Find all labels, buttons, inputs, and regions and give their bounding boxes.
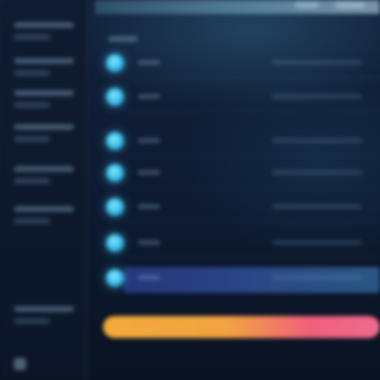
app-screen xyxy=(0,0,380,380)
sidebar-item-sub xyxy=(14,178,50,184)
sidebar-item[interactable] xyxy=(14,206,74,230)
list-item[interactable] xyxy=(100,158,380,188)
list-item-label xyxy=(138,275,160,280)
sidebar-item-label xyxy=(14,58,74,64)
sidebar-item-label xyxy=(14,166,74,172)
sidebar-item-label xyxy=(14,124,74,130)
sidebar-item[interactable] xyxy=(14,90,74,114)
list-item[interactable] xyxy=(100,48,380,78)
sidebar-item[interactable] xyxy=(14,306,74,330)
status-dot-icon xyxy=(106,132,124,150)
row-divider xyxy=(128,257,380,258)
selection-highlight xyxy=(124,267,380,293)
top-bar-item[interactable] xyxy=(295,2,319,8)
blurred-ui xyxy=(0,0,380,380)
sidebar-item[interactable] xyxy=(14,58,74,82)
list-item-value xyxy=(272,275,362,280)
progress-bar xyxy=(103,316,380,338)
list-item[interactable] xyxy=(100,228,380,258)
sidebar-item-sub xyxy=(14,136,50,142)
list-item-label xyxy=(138,240,160,245)
list-item-label xyxy=(138,138,160,143)
menu-icon[interactable] xyxy=(14,358,26,370)
status-dot-icon xyxy=(106,198,124,216)
sidebar-item-sub xyxy=(14,34,50,40)
list-item-value xyxy=(272,240,362,245)
list-item-label xyxy=(138,94,160,99)
list-item-label xyxy=(138,204,160,209)
row-divider xyxy=(128,187,380,188)
sidebar-item-sub xyxy=(14,218,50,224)
row-divider xyxy=(128,111,380,112)
top-bar xyxy=(95,0,380,14)
row-divider xyxy=(128,155,380,156)
list-item[interactable] xyxy=(100,82,380,112)
list-item[interactable] xyxy=(100,126,380,156)
list-item-label xyxy=(138,170,160,175)
list-item-value xyxy=(272,204,362,209)
sidebar-item-label xyxy=(14,206,74,212)
sidebar-item[interactable] xyxy=(14,22,74,46)
sidebar xyxy=(0,0,87,380)
sidebar-item-sub xyxy=(14,70,50,76)
list-item-value xyxy=(272,138,362,143)
list-item-value xyxy=(272,60,362,65)
status-dot-icon xyxy=(106,269,124,287)
top-bar-item[interactable] xyxy=(335,2,365,8)
status-dot-icon xyxy=(106,54,124,72)
progress-fill xyxy=(103,316,380,338)
list-item-value xyxy=(272,94,362,99)
sidebar-item-label xyxy=(14,22,74,28)
sidebar-item[interactable] xyxy=(14,124,74,148)
sidebar-item-label xyxy=(14,306,74,312)
list-item[interactable] xyxy=(100,192,380,222)
list-item-selected[interactable] xyxy=(100,263,380,293)
list-item-value xyxy=(272,170,362,175)
sidebar-item-sub xyxy=(14,102,50,108)
sidebar-item-label xyxy=(14,90,74,96)
row-divider xyxy=(128,77,380,78)
status-dot-icon xyxy=(106,164,124,182)
status-dot-icon xyxy=(106,88,124,106)
sidebar-item[interactable] xyxy=(14,166,74,190)
status-dot-icon xyxy=(106,234,124,252)
row-divider xyxy=(128,221,380,222)
list-item-label xyxy=(138,60,160,65)
sidebar-item-sub xyxy=(14,318,50,324)
list-header xyxy=(108,36,138,42)
